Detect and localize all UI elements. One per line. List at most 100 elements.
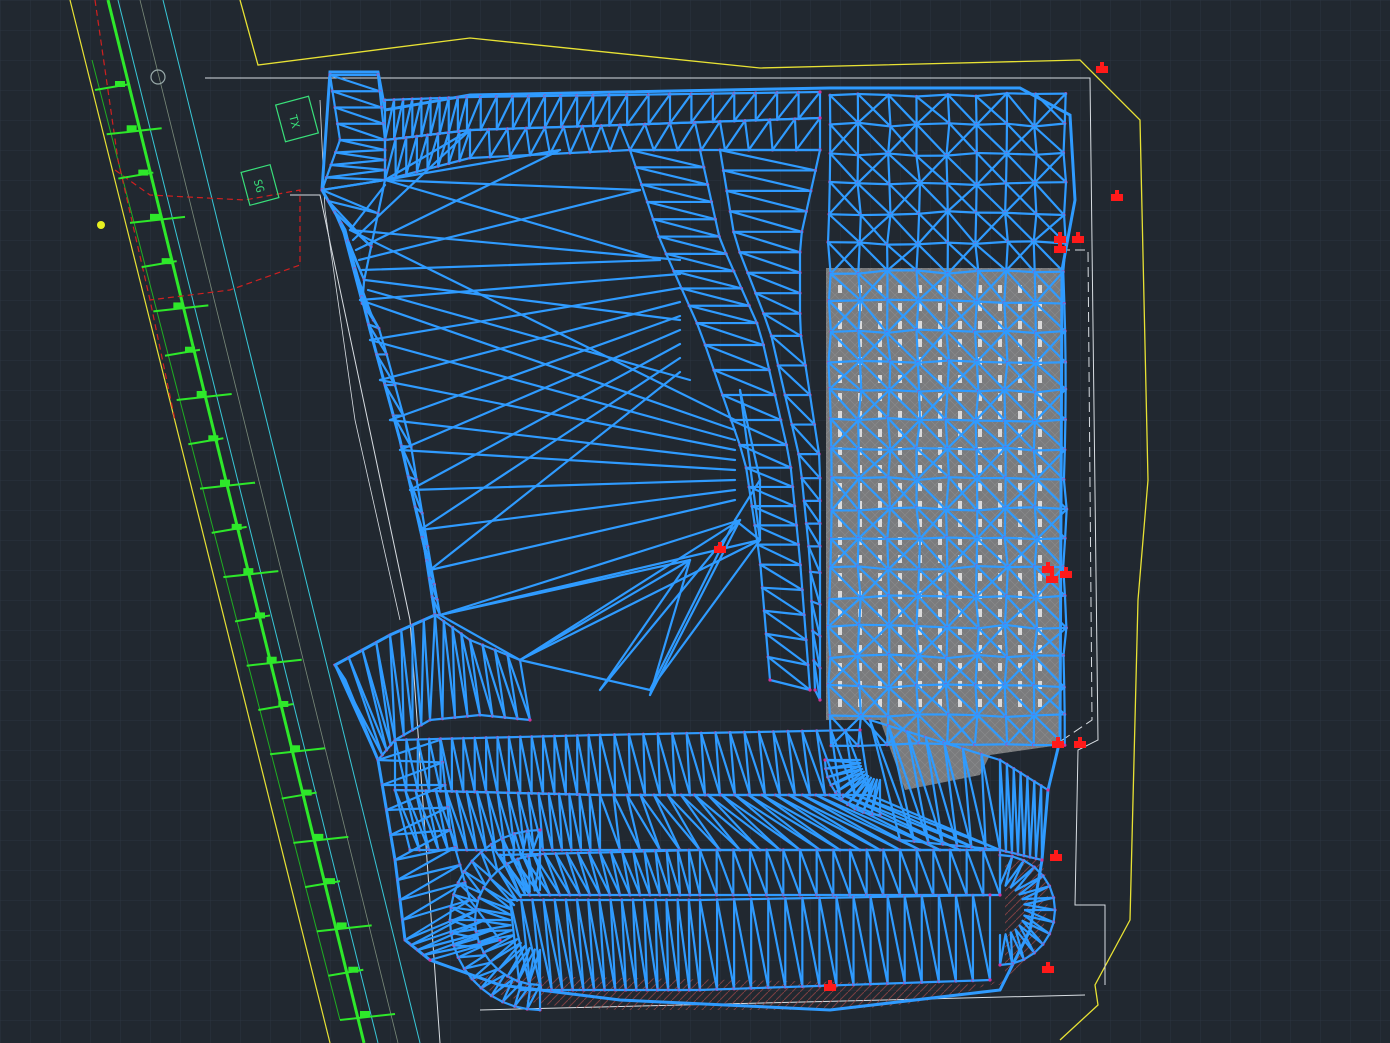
mesh-edge	[998, 962, 1014, 967]
mesh-edge	[946, 626, 980, 630]
mesh-edge	[974, 95, 978, 126]
mesh-edge	[946, 241, 977, 246]
mesh-edge	[568, 150, 592, 155]
road-tick-mark	[325, 878, 335, 885]
mesh-edge	[466, 713, 482, 718]
mesh-edge	[828, 596, 862, 601]
parking-stall	[1018, 321, 1022, 329]
mesh-edge	[946, 93, 951, 125]
road-tick-mark	[336, 922, 347, 929]
mesh-vertex	[808, 688, 812, 692]
mesh-edge	[503, 716, 519, 720]
mesh-edge	[526, 828, 542, 833]
road-tick-mark	[255, 612, 265, 619]
mesh-edge	[491, 715, 507, 719]
mesh-edge	[858, 596, 862, 626]
cad-drawing-viewport[interactable]: TX SG	[0, 0, 1390, 1043]
parking-stall	[1018, 627, 1022, 635]
mesh-edge	[945, 154, 949, 185]
mesh-edge	[1004, 181, 1036, 185]
mesh-edge	[447, 130, 461, 134]
mesh-edge	[1035, 213, 1066, 217]
mesh-edge	[643, 122, 672, 126]
mesh-edge	[562, 125, 584, 128]
parking-stall	[978, 573, 982, 581]
mesh-vertex	[528, 718, 532, 722]
mesh-edge	[383, 137, 397, 142]
road-tick-mark	[173, 302, 184, 309]
mesh-edge	[856, 537, 860, 568]
parking-stall	[1038, 699, 1042, 707]
mesh-edge	[1004, 419, 1036, 423]
mesh-edge	[956, 844, 973, 849]
mesh-edge	[947, 713, 979, 717]
mesh-edge	[1035, 537, 1067, 541]
mesh-edge	[784, 985, 804, 989]
mesh-edge	[428, 717, 444, 722]
parking-stall	[978, 429, 982, 437]
parking-stall	[958, 303, 962, 311]
parking-stall	[1018, 645, 1022, 653]
parking-stall	[878, 429, 882, 437]
mesh-edge	[915, 683, 947, 687]
road-tick-mark	[278, 701, 289, 707]
mesh-edge	[975, 151, 1008, 155]
hydrant-icon	[1072, 236, 1084, 243]
mesh-edge	[1062, 448, 1066, 481]
mesh-edge	[857, 419, 860, 451]
mesh-edge	[857, 241, 861, 275]
parking-stall	[998, 663, 1002, 671]
mesh-edge	[1003, 684, 1008, 719]
road-tick-mark	[360, 1011, 370, 1017]
hydrant-icon	[1052, 741, 1064, 748]
mesh-edge	[869, 982, 889, 986]
parking-stall	[918, 321, 922, 329]
parking-stall	[918, 465, 922, 473]
mesh-edge	[829, 417, 833, 450]
hydrant-icon-cap	[1058, 232, 1062, 236]
parking-stall	[1038, 321, 1042, 329]
parking-stall	[1038, 609, 1042, 617]
mesh-edge	[827, 180, 831, 216]
mesh-edge	[613, 733, 617, 797]
mesh-edge	[1004, 329, 1009, 364]
mesh-edge	[889, 212, 921, 216]
survey-point-icon[interactable]	[97, 221, 105, 229]
mesh-edge	[886, 537, 890, 571]
mesh-edge	[1032, 713, 1066, 717]
mesh-edge	[954, 979, 975, 983]
mesh-edge	[1005, 566, 1009, 598]
mesh-edge	[946, 272, 949, 302]
parking-stall	[938, 429, 942, 437]
mesh-edge	[1006, 743, 1035, 747]
mesh-edge	[1034, 596, 1039, 630]
mesh-edge	[973, 743, 1009, 746]
parking-stall	[978, 519, 982, 527]
mesh-edge	[487, 127, 509, 131]
mesh-edge	[916, 594, 949, 598]
mesh-edge	[975, 300, 1006, 304]
mesh-edge	[487, 128, 492, 159]
mesh-edge	[827, 683, 861, 688]
parking-stall	[1018, 303, 1022, 311]
parking-stall	[998, 519, 1002, 527]
mesh-edge	[1003, 388, 1007, 423]
mesh-edge	[946, 210, 978, 214]
mesh-edge	[944, 508, 948, 539]
mesh-edge	[903, 981, 923, 985]
mesh-edge	[827, 361, 831, 390]
cad-canvas[interactable]: TX SG	[0, 0, 1390, 1043]
road-tick-mark	[185, 346, 195, 353]
mesh-edge	[984, 847, 1002, 852]
mesh-vertex	[538, 828, 542, 832]
mesh-edge	[888, 181, 922, 186]
mesh-edge	[668, 121, 697, 125]
mesh-edge	[946, 299, 978, 303]
road-tick-mark	[301, 789, 312, 796]
mesh-edge	[887, 93, 918, 98]
mesh-edge	[817, 452, 822, 480]
road-tick-mark	[208, 435, 219, 442]
mesh-edge	[913, 840, 930, 844]
mesh-edge	[1032, 240, 1036, 274]
mesh-edge	[888, 506, 918, 510]
